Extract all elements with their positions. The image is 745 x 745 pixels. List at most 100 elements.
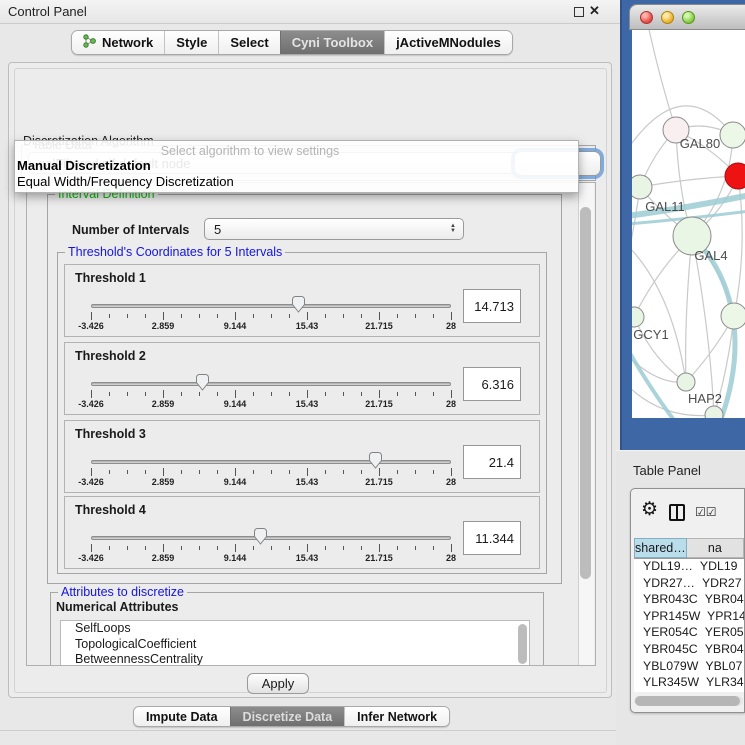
tab-select[interactable]: Select [218,31,279,54]
cell-name[interactable]: YPR14 [700,609,744,626]
cell-shared-name[interactable]: YDL19… [634,559,693,576]
threshold-4-value-field[interactable]: 11.344 [463,521,521,555]
number-of-intervals-combobox[interactable]: 5 ▲▼ [204,218,464,240]
network-node-hap2[interactable] [677,373,695,391]
tick [145,392,146,396]
cell-shared-name[interactable]: YBR043C [634,592,698,609]
tick [181,546,182,550]
close-traffic-light-icon[interactable] [640,11,653,24]
table-row[interactable]: YBR043CYBR04 [634,592,744,609]
table-row[interactable]: YPR145WYPR14 [634,609,744,626]
threshold-3-slider-thumb[interactable] [368,452,383,469]
threshold-rows: Threshold 1 -3.4262.8599.14415.4321.7152… [64,264,540,570]
tick [415,470,416,474]
tick [199,392,200,396]
threshold-1-slider-thumb[interactable] [291,296,306,313]
attributes-group-label: Attributes to discretize [58,585,187,599]
cell-shared-name[interactable]: YBR045C [634,642,698,659]
threshold-1-slider-track[interactable] [91,304,451,308]
cell-shared-name[interactable]: YDR27… [634,576,695,593]
threshold-2-value-field[interactable]: 6.316 [463,367,521,401]
column-header-shared-name[interactable]: shared… [634,538,687,558]
cell-shared-name[interactable]: YER054C [634,625,698,642]
list-scrollbar-thumb[interactable] [518,624,527,664]
panel-title: Control Panel [8,4,87,19]
horizontal-scrollbar-track[interactable] [634,696,743,706]
network-node-gcy1[interactable] [632,307,644,327]
tab-jactivemnodules[interactable]: jActiveMNodules [384,31,512,54]
tab-cyni-toolbox[interactable]: Cyni Toolbox [280,31,384,54]
threshold-1-value-field[interactable]: 14.713 [463,289,521,323]
threshold-2-slider-track[interactable] [91,382,451,386]
tick [361,470,362,474]
float-window-icon[interactable] [574,7,584,17]
threshold-1-row: Threshold 1 -3.4262.8599.14415.4321.7152… [64,264,540,337]
network-node[interactable] [725,163,745,189]
tick-marks [91,312,451,321]
tick [253,470,254,474]
network-node[interactable] [705,406,723,418]
table-row[interactable]: YBR045CYBR04 [634,642,744,659]
tick [307,312,308,320]
tick-label: 21.715 [365,321,393,331]
network-edge-thick[interactable] [632,348,680,418]
popup-hint: Select algorithm to view settings [15,144,485,158]
cell-name[interactable]: YLR34 [699,675,744,692]
numerical-attributes-list[interactable]: SelfLoopsTopologicalCoefficientBetweenne… [60,620,530,666]
cell-name[interactable]: YER05 [698,625,744,642]
cell-name[interactable]: YBL07 [698,659,744,676]
vertical-scrollbar-track[interactable] [578,183,594,665]
tick [325,392,326,396]
network-view-canvas[interactable]: GAL80GAL11GAL4GCY1HHAP2 [632,30,745,418]
network-node-h[interactable] [721,303,745,329]
checkbox-icons[interactable]: ☑☑ [695,505,717,519]
zoom-traffic-light-icon[interactable] [682,11,695,24]
list-item[interactable]: TopologicalCoefficient [61,637,529,653]
cell-name[interactable]: YDR27 [695,576,744,593]
network-window-titlebar[interactable] [629,4,745,30]
column-header-name[interactable]: na [687,538,744,558]
table-row[interactable]: YBL079WYBL07 [634,659,744,676]
apply-button[interactable]: Apply [247,673,309,694]
vertical-scrollbar-thumb[interactable] [580,207,591,579]
tick [343,392,344,396]
threshold-3-value-field[interactable]: 21.4 [463,445,521,479]
network-edge[interactable] [648,30,676,130]
threshold-3-slider-track[interactable] [91,460,451,464]
close-icon[interactable]: ✕ [589,3,600,19]
popup-item-equal-width[interactable]: Equal Width/Frequency Discretization [15,174,578,190]
threshold-4-slider-thumb[interactable] [253,528,268,545]
tab-network[interactable]: Network [72,31,164,54]
cell-shared-name[interactable]: YBL079W [634,659,698,676]
table-row[interactable]: YDL19…YDL19 [634,559,744,576]
tab-label: Infer Network [357,710,437,724]
list-item[interactable]: SelfLoops [61,621,529,637]
threshold-4-slider-track[interactable] [91,536,451,540]
gear-icon[interactable]: ⚙ [641,500,658,519]
tab-impute-data[interactable]: Impute Data [134,707,230,726]
tick [325,546,326,550]
cell-name[interactable]: YBR04 [698,592,744,609]
popup-item-manual-discretization[interactable]: Manual Discretization [15,158,578,174]
horizontal-scrollbar-thumb[interactable] [635,696,740,706]
table-row[interactable]: YER054CYER05 [634,625,744,642]
tick-label: 15.43 [296,399,319,409]
threshold-2-slider-thumb[interactable] [195,374,210,391]
cell-shared-name[interactable]: YLR345W [634,675,699,692]
tab-style[interactable]: Style [164,31,218,54]
list-item[interactable]: BetweennessCentrality [61,652,529,666]
table-row[interactable]: YLR345WYLR34 [634,675,744,692]
network-node-gal11[interactable] [632,175,652,199]
minimize-traffic-light-icon[interactable] [661,11,674,24]
cell-name[interactable]: YBR04 [698,642,744,659]
cell-name[interactable]: YDL19 [693,559,744,576]
tab-discretize-data[interactable]: Discretize Data [230,707,345,726]
tick-label: -3.426 [78,399,104,409]
column-layout-icon[interactable] [669,504,685,521]
cell-shared-name[interactable]: YPR145W [634,609,700,626]
tab-infer-network[interactable]: Infer Network [344,707,449,726]
network-node[interactable] [720,122,745,148]
tick [127,546,128,550]
table-row[interactable]: YDR27…YDR27 [634,576,744,593]
network-edge[interactable] [686,236,692,382]
